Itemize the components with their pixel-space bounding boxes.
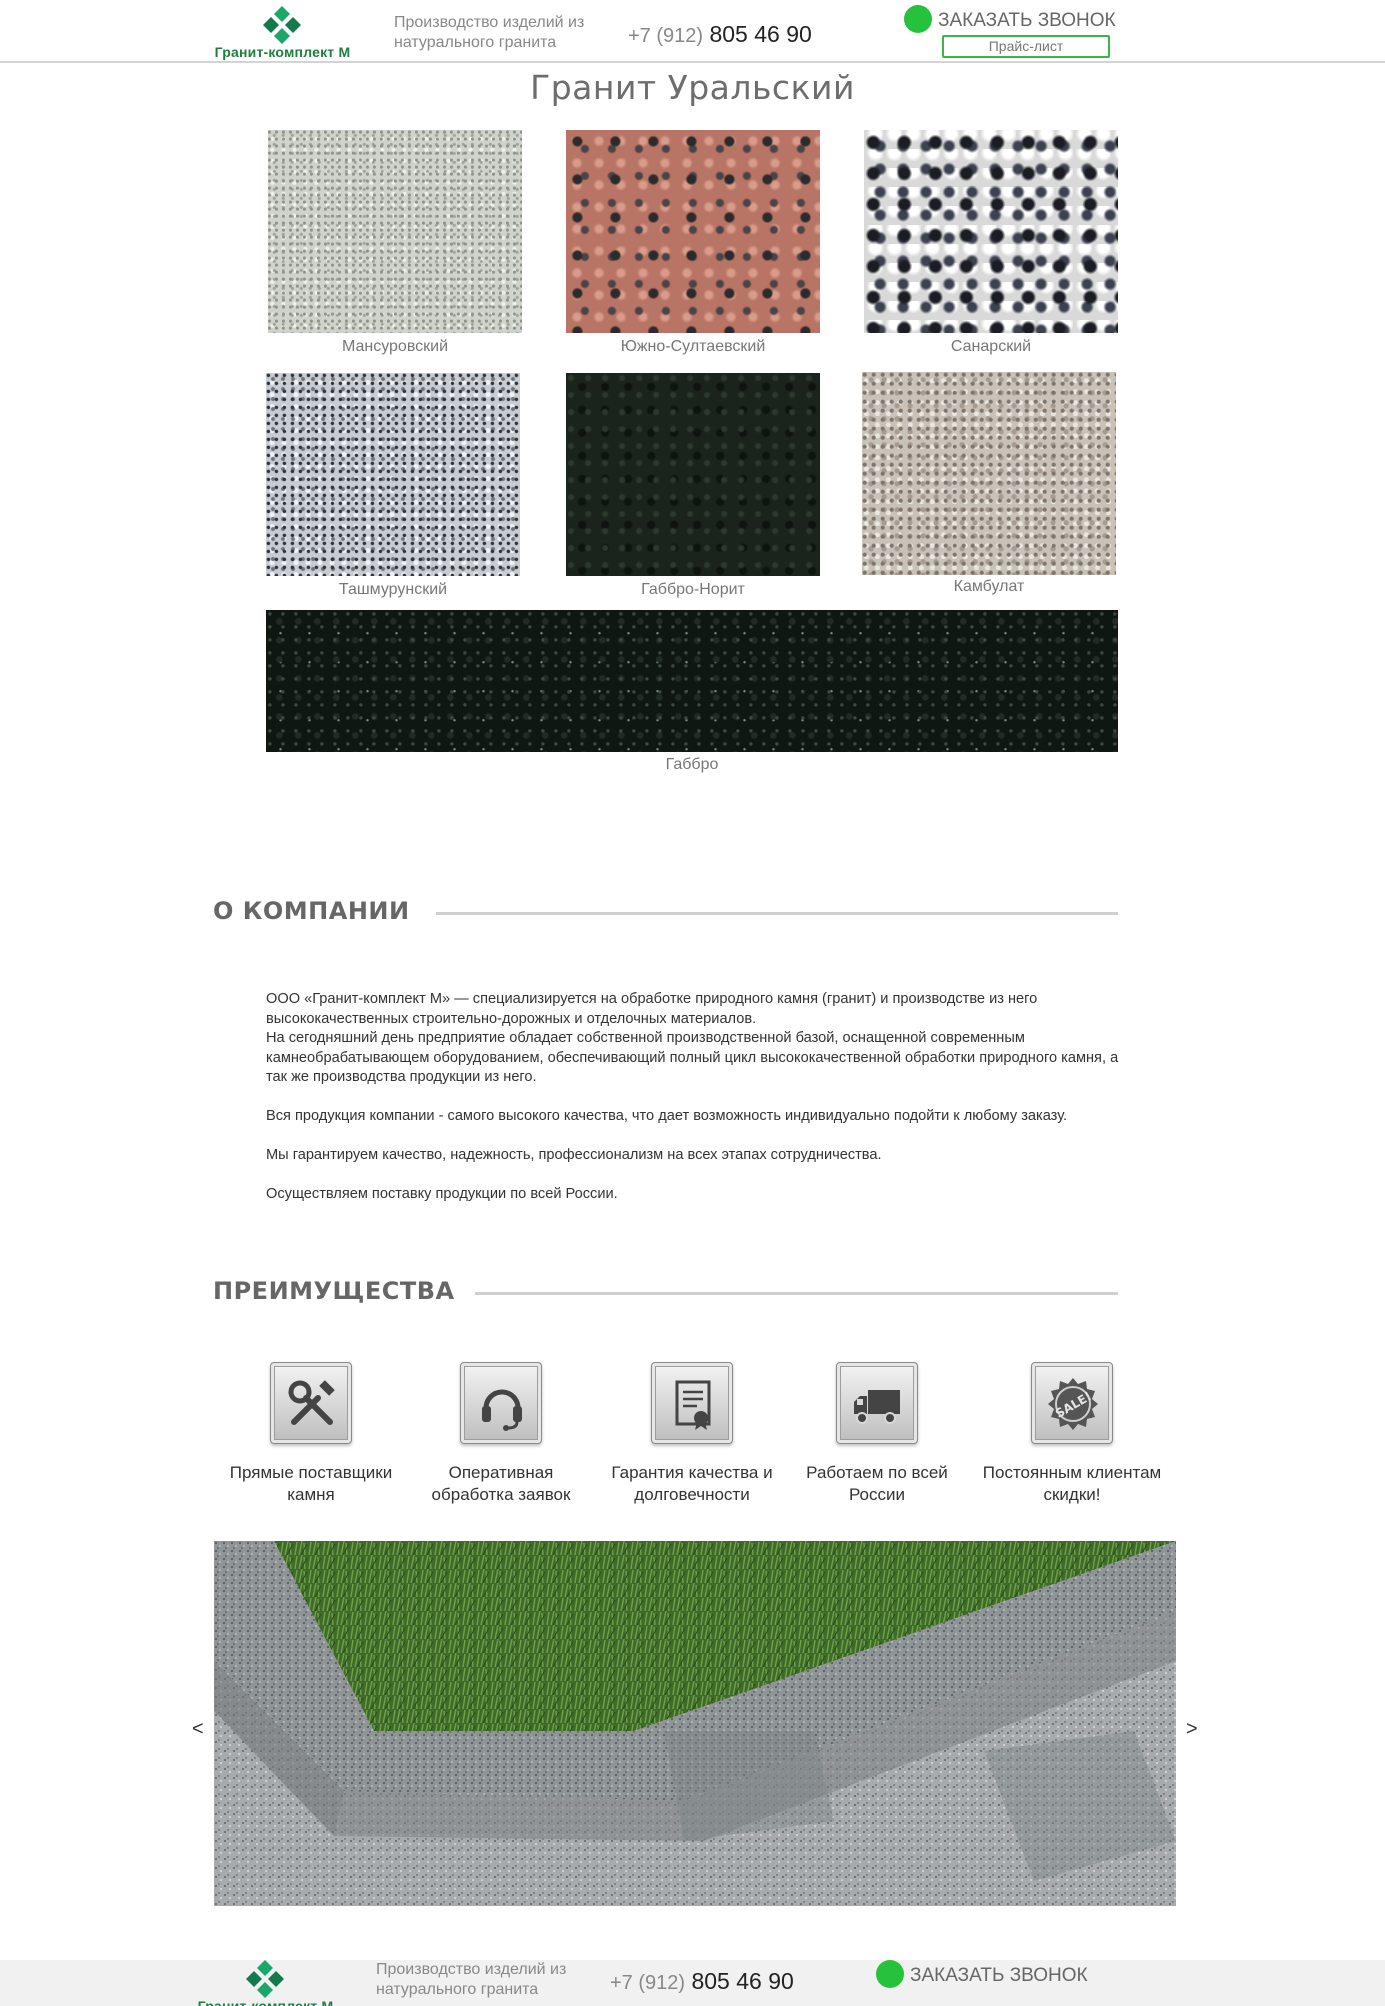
stone-label: Габбро [665,756,719,773]
phone-number: 805 46 90 [691,1968,794,1994]
about-paragraph: Вся продукция компании - самого высокого… [266,1108,1068,1124]
stone-card[interactable]: Мансуровский [268,130,522,360]
stone-card[interactable]: Габбро [266,610,1118,780]
headset-icon [460,1362,542,1444]
slider-next-button[interactable]: > [1186,1718,1198,1741]
about-paragraph: ООО «Гранит-комплект М» — специализирует… [266,991,1038,1027]
callback-label: ЗАКАЗАТЬ ЗВОНОК [910,1965,1088,1987]
about-heading: О КОМПАНИИ [213,897,410,925]
advantage-label: Работаем по всей России [806,1463,948,1504]
callback-dot-icon [876,1960,904,1988]
advantage-label: Прямые поставщики камня [229,1463,393,1504]
about-heading-rule [436,912,1118,915]
stone-label: Ташмурунский [338,581,448,598]
slider-image [214,1541,1176,1906]
advantage-label: Оперативная обработка заявок [431,1463,571,1504]
stone-label: Габбро-Норит [641,581,745,598]
stone-image [566,130,820,333]
footer-logo[interactable]: Гранит-комплект М [183,1956,348,2006]
stone-image [864,130,1118,333]
phone-code: +7 (912) [628,25,704,47]
stone-card[interactable]: Южно-Султаевский [566,130,820,360]
advantage-label: Постоянным клиентам скидки! [982,1463,1162,1504]
about-paragraph: Осуществляем поставку продукции по всей … [266,1186,618,1202]
advantage-label: Гарантия качества и долговечности [611,1463,773,1504]
stone-card[interactable]: Камбулат [862,372,1116,602]
price-list-button[interactable]: Прайс-лист [942,35,1110,58]
footer-phone[interactable]: +7 (912) 805 46 90 [610,1968,794,1995]
stone-card[interactable]: Габбро-Норит [566,373,820,603]
callback-button[interactable]: ЗАКАЗАТЬ ЗВОНОК [904,5,1116,33]
stone-card[interactable]: Ташмурунский [266,373,520,603]
truck-icon [836,1362,918,1444]
advantages-heading-rule [475,1292,1118,1295]
certificate-icon [651,1362,733,1444]
callback-label: ЗАКАЗАТЬ ЗВОНОК [938,10,1116,32]
logo-diamond-icon [263,6,301,44]
stone-image [862,372,1116,575]
stone-label: Южно-Султаевский [620,338,766,355]
logo-text: Гранит-комплект М [214,44,351,60]
slider-prev-button[interactable]: < [192,1718,204,1741]
stone-label: Санарский [950,338,1032,355]
stone-label: Камбулат [953,578,1025,595]
phone-code: +7 (912) [610,1972,686,1994]
stone-image [566,373,820,576]
about-text: ООО «Гранит-комплект М» — специализирует… [266,990,1126,1205]
logo-diamond-icon [246,1960,284,1998]
footer-tagline: Производство изделий из натурального гра… [376,1961,567,1998]
logo-text: Гранит-комплект М [197,1998,334,2006]
stone-image [268,130,522,333]
sale-badge-icon: SALE! [1031,1362,1113,1444]
stone-label: Мансуровский [341,338,449,355]
tools-icon [270,1362,352,1444]
stone-image [266,610,1118,752]
site-footer: Гранит-комплект М Производство изделий и… [0,1960,1385,2006]
header-tagline: Производство изделий из натурального гра… [394,14,585,51]
about-paragraph: Мы гарантируем качество, надежность, про… [266,1147,882,1163]
header-phone[interactable]: +7 (912) 805 46 90 [628,21,812,48]
logo[interactable]: Гранит-комплект М [200,2,365,62]
page-title: Гранит Уральский [530,68,855,107]
footer-callback-button[interactable]: ЗАКАЗАТЬ ЗВОНОК [876,1960,1088,1988]
phone-number: 805 46 90 [709,21,812,47]
stone-card[interactable]: Санарский [864,130,1118,360]
stone-image [266,373,520,576]
callback-dot-icon [904,5,932,33]
about-paragraph: На сегодняшний день предприятие обладает… [266,1030,1119,1085]
advantages-heading: ПРЕИМУЩЕСТВА [213,1277,455,1305]
site-header: Гранит-комплект М Производство изделий и… [0,0,1385,63]
